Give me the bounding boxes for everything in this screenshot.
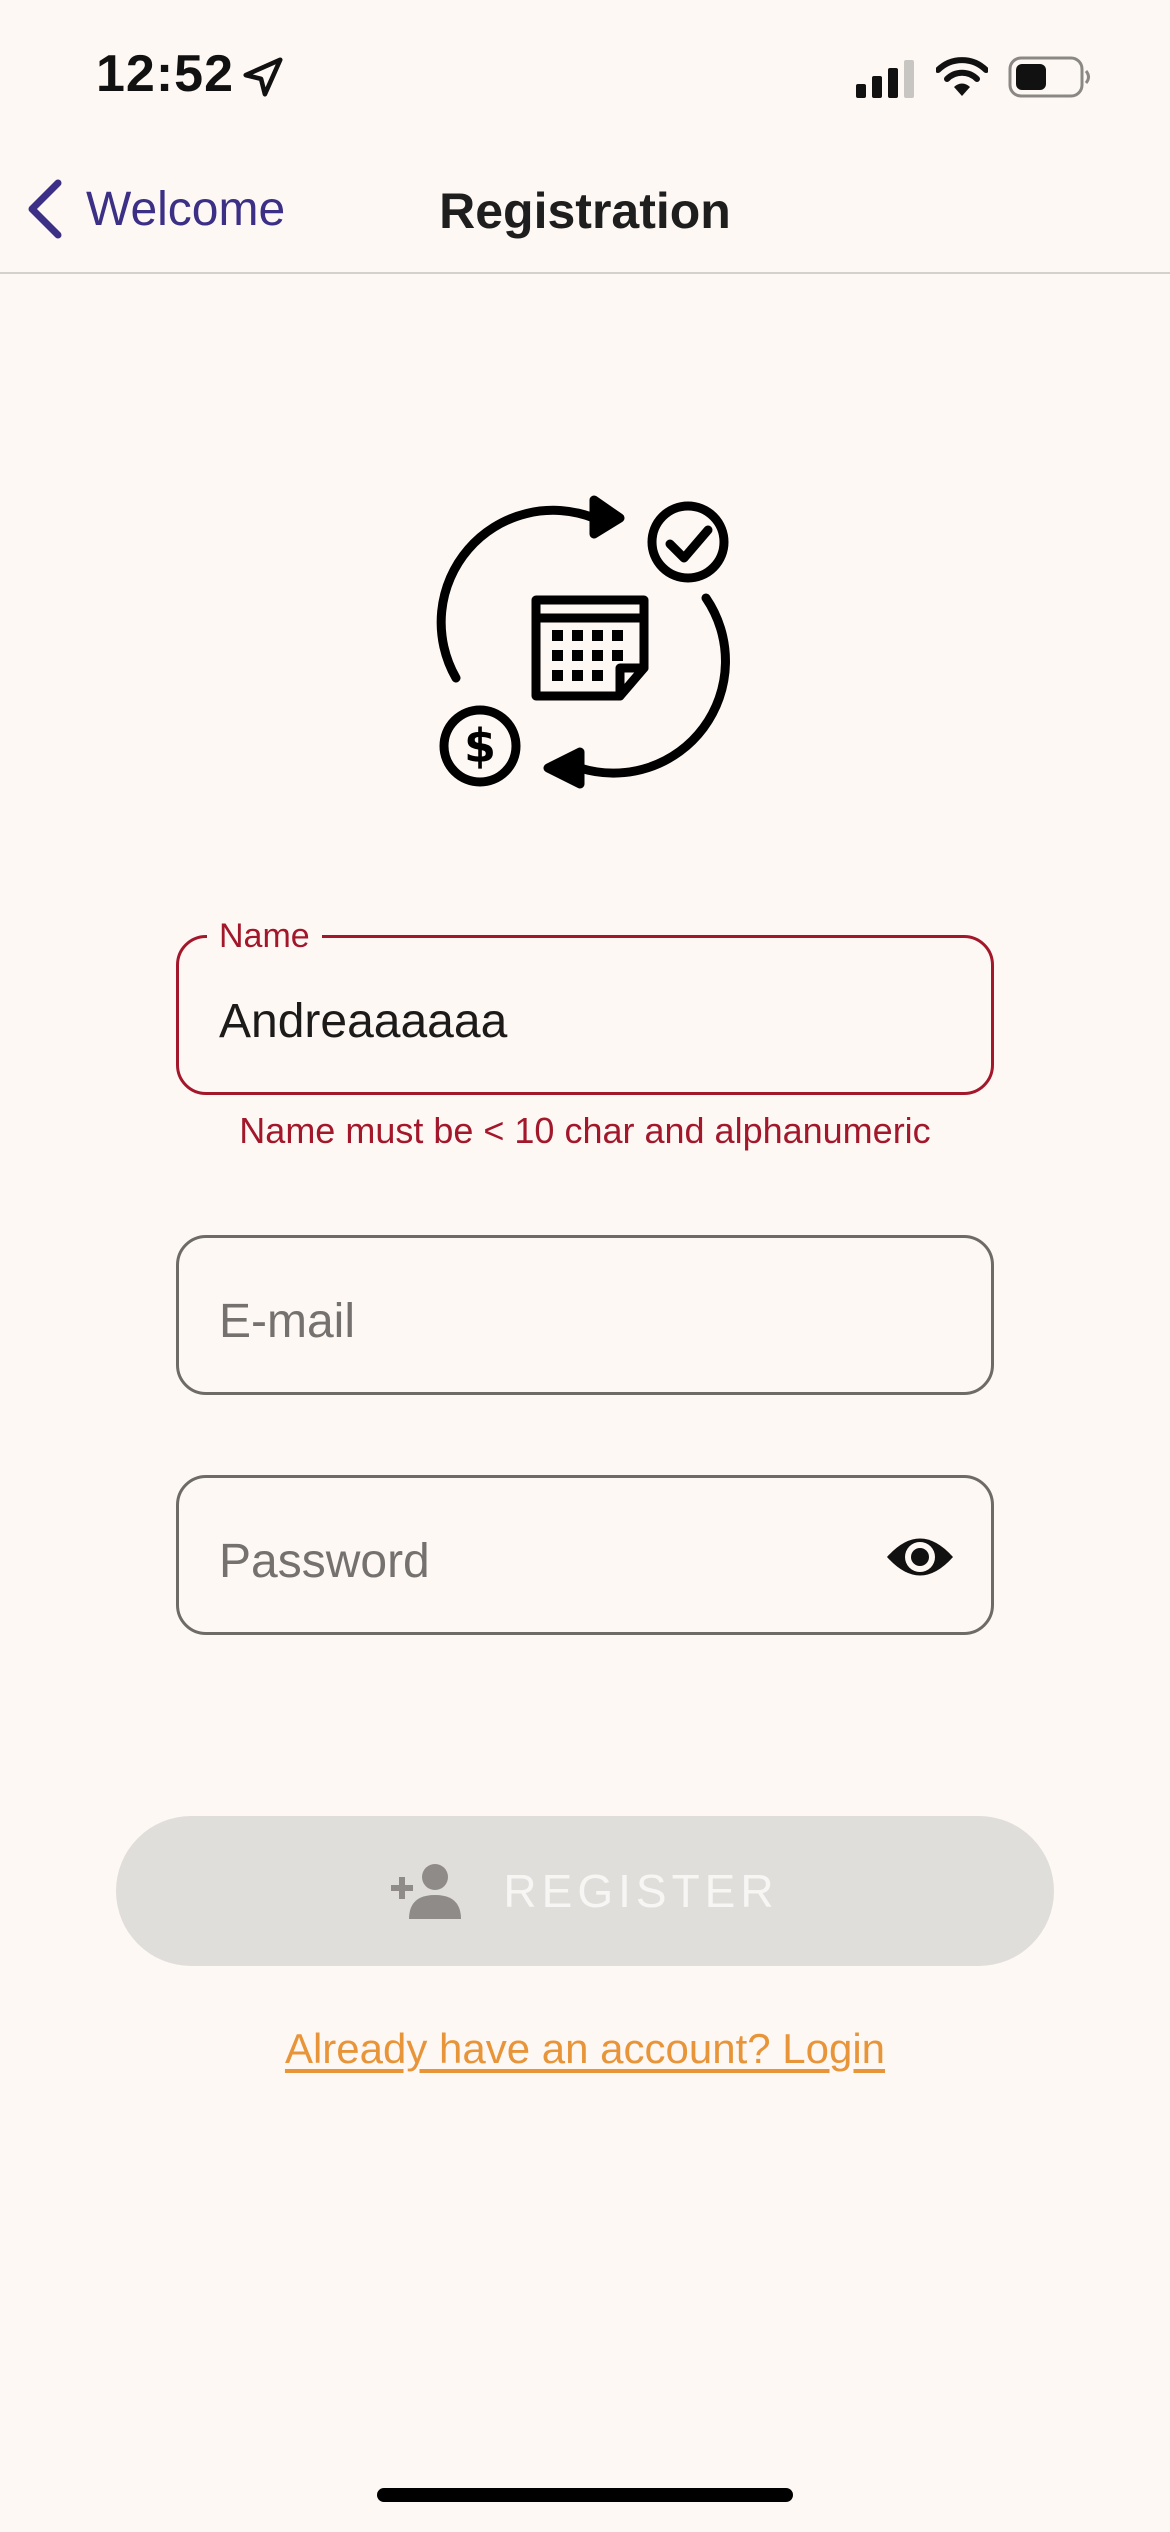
status-time: 12:52: [96, 45, 234, 103]
name-field[interactable]: Name Andreaaaaaa: [176, 916, 994, 1095]
name-error-message: Name must be < 10 char and alphanumeric: [239, 1110, 931, 1151]
location-arrow-icon: [243, 57, 283, 97]
name-field-value: Andreaaaaaa: [219, 995, 508, 1048]
login-link[interactable]: Already have an account? Login: [0, 2025, 1170, 2073]
add-person-icon: [391, 1864, 462, 1919]
cellular-signal-icon: [856, 60, 914, 98]
register-label: REGISTER: [503, 1865, 779, 1917]
svg-text:$: $: [464, 719, 496, 773]
battery-icon: [1008, 56, 1090, 98]
status-bar: 12:52: [0, 0, 1170, 150]
calendar-cycle-payment-icon: $: [436, 495, 730, 789]
home-indicator: [377, 2488, 793, 2502]
email-field[interactable]: E-mail: [176, 1235, 994, 1395]
navigation-bar: Welcome Registration: [0, 150, 1170, 274]
email-placeholder: E-mail: [219, 1295, 356, 1348]
eye-icon[interactable]: [885, 1526, 955, 1588]
registration-screen: 12:52 Welcome Registration $ Name Andrea…: [0, 0, 1170, 2532]
wifi-icon: [936, 57, 988, 96]
password-field[interactable]: Password: [176, 1475, 994, 1635]
register-button[interactable]: REGISTER: [116, 1816, 1054, 1966]
password-placeholder: Password: [219, 1535, 430, 1588]
page-title: Registration: [439, 183, 731, 239]
name-field-label: Name: [207, 916, 322, 956]
